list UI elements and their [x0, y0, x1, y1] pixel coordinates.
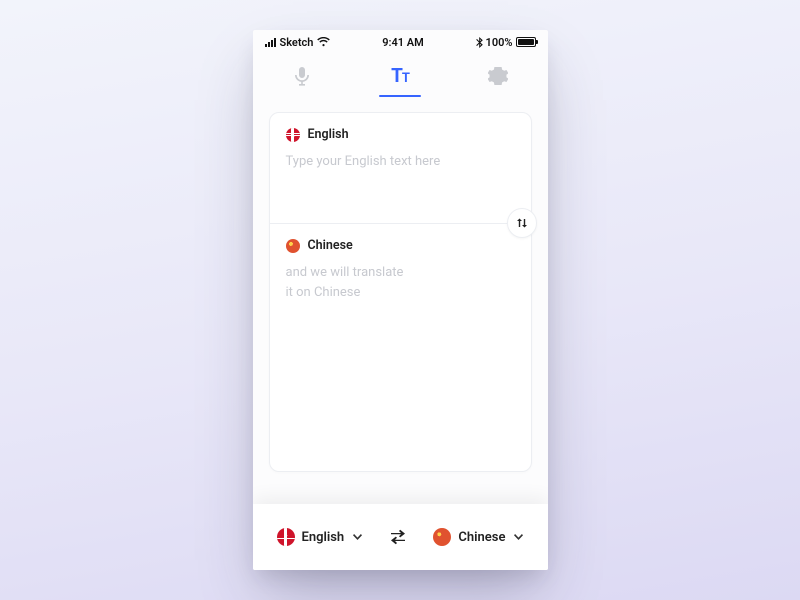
- carrier-label: Sketch: [280, 36, 314, 49]
- phone-frame: Sketch 9:41 AM 100% TT: [253, 30, 548, 570]
- wifi-icon: [317, 37, 330, 47]
- translation-card: English Type your English text here Chin…: [269, 112, 532, 472]
- battery-pct: 100%: [486, 36, 513, 49]
- microphone-icon: [294, 66, 310, 86]
- flag-cn-icon: [286, 239, 300, 253]
- chevron-down-icon: [514, 534, 523, 540]
- swap-horizontal-icon: [388, 528, 408, 546]
- source-language-label: English: [308, 127, 349, 142]
- bluetooth-icon: [476, 37, 483, 48]
- tab-text[interactable]: TT: [365, 54, 435, 97]
- status-bar: Sketch 9:41 AM 100%: [253, 30, 548, 54]
- source-picker-label: English: [302, 530, 345, 545]
- source-language-picker[interactable]: English: [277, 528, 363, 546]
- target-language-label: Chinese: [308, 238, 353, 253]
- swap-languages-horizontal-button[interactable]: [388, 528, 408, 546]
- signal-icon: [265, 38, 276, 47]
- flag-uk-icon: [277, 528, 295, 546]
- language-picker-bar: English Chinese: [253, 504, 548, 570]
- chevron-down-icon: [353, 534, 362, 540]
- tab-settings[interactable]: [463, 54, 533, 97]
- battery-icon: [516, 37, 536, 47]
- source-placeholder: Type your English text here: [286, 152, 515, 172]
- target-language-picker[interactable]: Chinese: [433, 528, 523, 546]
- text-icon: TT: [391, 64, 409, 87]
- mode-tabs: TT: [253, 54, 548, 98]
- target-placeholder: and we will translate it on Chinese: [286, 263, 515, 302]
- target-picker-label: Chinese: [458, 530, 505, 545]
- flag-uk-icon: [286, 128, 300, 142]
- source-language-row: English: [286, 127, 515, 142]
- source-pane[interactable]: English Type your English text here: [270, 113, 531, 223]
- flag-cn-icon: [433, 528, 451, 546]
- gear-icon: [488, 66, 508, 86]
- swap-languages-button[interactable]: [507, 208, 537, 238]
- swap-vertical-icon: [514, 215, 530, 231]
- tab-voice[interactable]: [267, 54, 337, 97]
- target-pane[interactable]: Chinese and we will translate it on Chin…: [270, 224, 531, 471]
- clock: 9:41 AM: [382, 36, 424, 49]
- target-language-row: Chinese: [286, 238, 515, 253]
